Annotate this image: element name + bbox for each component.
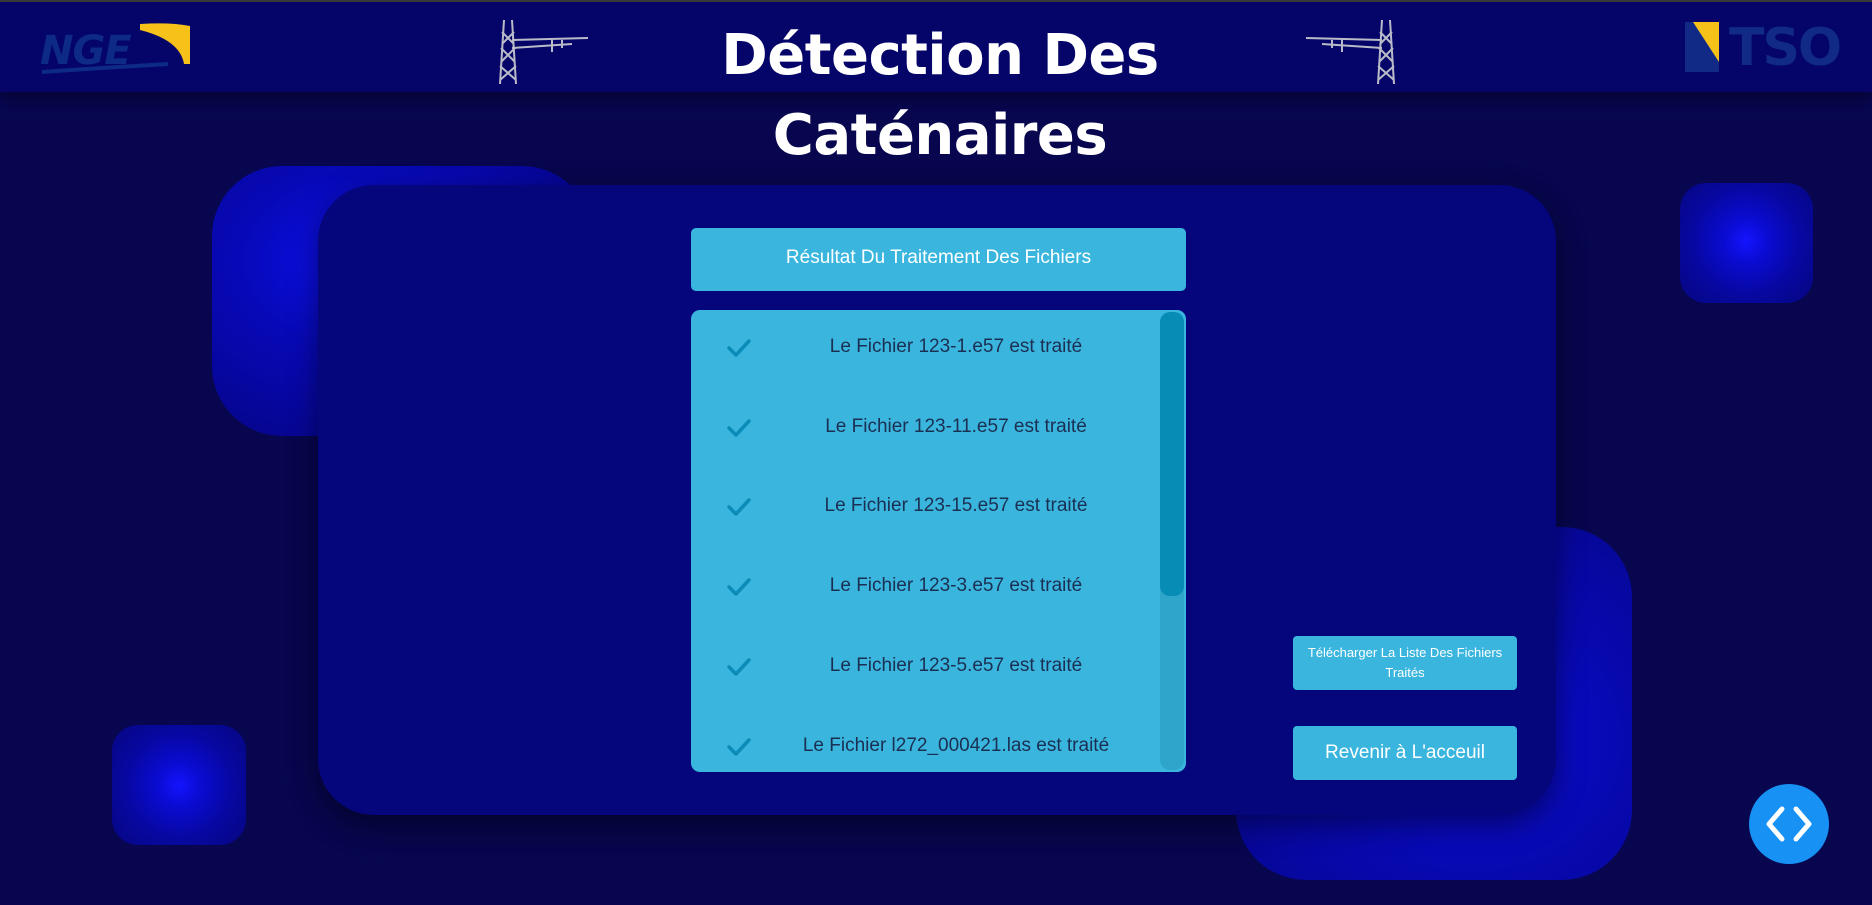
list-scrollbar-thumb[interactable] [1160, 312, 1184, 596]
nge-logo: NGE [40, 20, 192, 80]
code-toggle-button[interactable] [1749, 784, 1829, 864]
tso-logo-mark [1685, 22, 1719, 72]
catenary-pylon-right-icon [1305, 19, 1395, 85]
nge-logo-text: NGE [40, 28, 132, 74]
download-processed-list-button[interactable]: Télécharger La Liste Des Fichiers Traité… [1293, 636, 1517, 690]
check-icon [727, 498, 751, 516]
page-title: Détection Des Caténaires [721, 23, 1159, 168]
file-status-label: Le Fichier 123-5.e57 est traité [829, 655, 1083, 676]
file-status-label: Le Fichier 123-3.e57 est traité [829, 575, 1083, 596]
check-icon [727, 658, 751, 676]
results-title: Résultat Du Traitement Des Fichiers [691, 228, 1186, 291]
file-status-label: Le Fichier l272_000421.las est traité [802, 735, 1110, 756]
processed-files-list: Le Fichier 123-1.e57 est traité Le Fichi… [691, 310, 1161, 772]
list-item: Le Fichier 123-15.e57 est traité [691, 486, 1161, 526]
check-icon [727, 419, 751, 437]
list-item: Le Fichier 123-1.e57 est traité [691, 327, 1161, 367]
list-item: Le Fichier l272_000421.las est traité [691, 726, 1161, 766]
tso-logo-text: TSO [1729, 18, 1842, 78]
tso-logo: TSO [1685, 18, 1842, 78]
check-icon [727, 339, 751, 357]
processed-files-panel: Le Fichier 123-1.e57 est traité Le Fichi… [691, 310, 1186, 772]
decorative-glow-bottom-left [112, 725, 246, 845]
check-icon [727, 738, 751, 756]
check-icon [727, 578, 751, 596]
file-status-label: Le Fichier 123-11.e57 est traité [825, 416, 1087, 437]
back-to-home-button[interactable]: Revenir à L'acceuil [1293, 726, 1517, 780]
list-item: Le Fichier 123-3.e57 est traité [691, 566, 1161, 606]
download-button-label: Télécharger La Liste Des Fichiers Traité… [1307, 645, 1503, 680]
app-header: NGE Détection Des Caténaires TSO [0, 2, 1872, 168]
list-item: Le Fichier 123-11.e57 est traité [691, 407, 1161, 447]
file-status-label: Le Fichier 123-15.e57 est traité [824, 495, 1088, 516]
file-status-label: Le Fichier 123-1.e57 est traité [829, 336, 1083, 357]
code-icon [1766, 806, 1812, 842]
list-item: Le Fichier 123-5.e57 est traité [691, 646, 1161, 686]
decorative-glow-top-right [1680, 183, 1813, 303]
